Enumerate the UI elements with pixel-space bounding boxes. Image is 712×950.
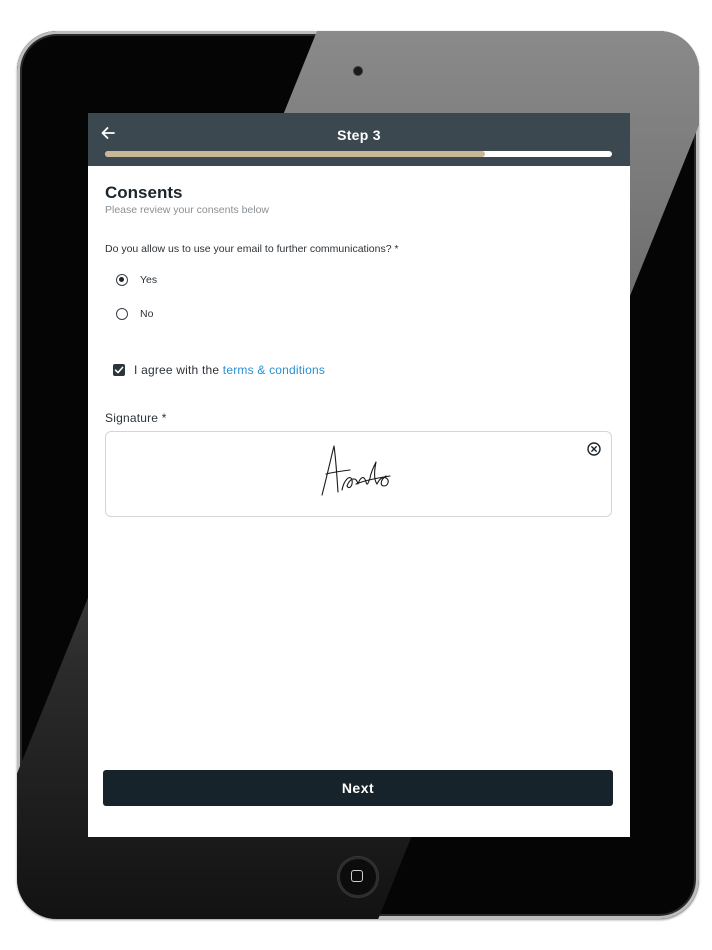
- home-button[interactable]: [338, 857, 378, 897]
- terms-link[interactable]: terms & conditions: [223, 363, 325, 377]
- header-bar: Step 3: [88, 113, 630, 166]
- progress-bar: [105, 151, 612, 157]
- close-circle-icon: [587, 442, 601, 456]
- home-square-icon: [351, 870, 363, 882]
- signature-drawing: [316, 440, 406, 505]
- clear-signature-button[interactable]: [587, 442, 601, 456]
- consent-question: Do you allow us to use your email to fur…: [105, 243, 399, 255]
- next-button[interactable]: Next: [103, 770, 613, 806]
- radio-label-yes: Yes: [140, 274, 158, 286]
- radio-button-yes[interactable]: [116, 274, 128, 286]
- radio-button-no[interactable]: [116, 308, 128, 320]
- step-title: Step 3: [337, 127, 381, 143]
- question-text: Do you allow us to use your email to fur…: [105, 243, 392, 255]
- radio-label-no: No: [140, 308, 154, 320]
- front-camera: [354, 67, 362, 75]
- page-title: Consents: [105, 183, 183, 202]
- app-screen: Step 3 Consents Please review your conse…: [88, 113, 630, 837]
- terms-agreement[interactable]: I agree with the terms & conditions: [113, 363, 325, 377]
- radio-option-yes[interactable]: Yes: [116, 271, 157, 289]
- terms-prefix: I agree with the: [134, 363, 223, 377]
- signature-label: Signature *: [105, 411, 167, 425]
- page-subtitle: Please review your consents below: [105, 204, 270, 216]
- check-icon: [114, 366, 124, 374]
- signature-pad[interactable]: [105, 431, 612, 517]
- terms-text: I agree with the terms & conditions: [134, 363, 325, 377]
- required-mark: *: [394, 243, 399, 255]
- radio-option-no[interactable]: No: [116, 305, 153, 323]
- terms-checkbox[interactable]: [113, 364, 125, 376]
- progress-fill: [105, 151, 486, 157]
